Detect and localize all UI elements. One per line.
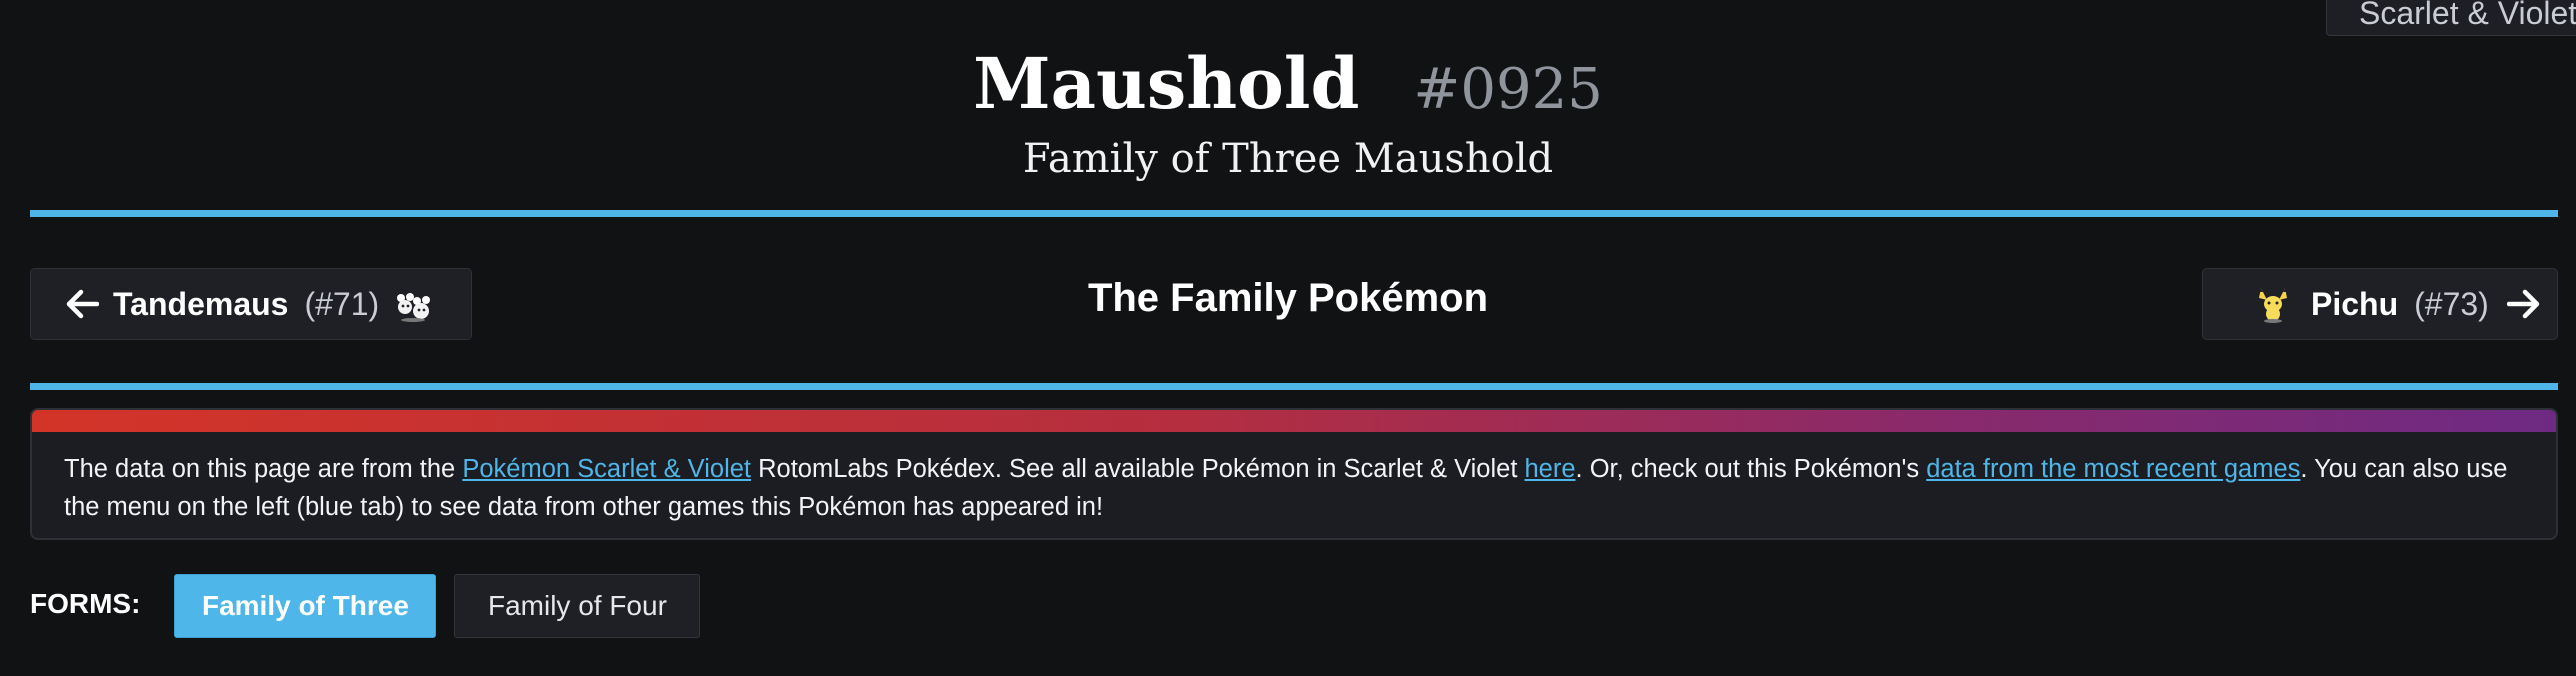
next-pokemon-name: Pichu bbox=[2311, 285, 2399, 322]
recent-games-data-link[interactable]: data from the most recent games bbox=[1926, 455, 2300, 483]
data-source-notice: The data on this page are from the Pokém… bbox=[30, 408, 2558, 540]
game-color-bar bbox=[32, 410, 2556, 432]
game-version-tab[interactable]: Scarlet & Violet bbox=[2326, 0, 2576, 36]
pokemon-name: Maushold bbox=[973, 42, 1360, 125]
form-family-of-three-button[interactable]: Family of Three bbox=[174, 574, 437, 638]
scarlet-violet-pokedex-link[interactable]: Pokémon Scarlet & Violet bbox=[462, 455, 751, 483]
navigation-divider bbox=[30, 383, 2558, 390]
game-version-label: Scarlet & Violet bbox=[2359, 0, 2576, 31]
notice-text-part: RotomLabs Pokédex. See all available Pok… bbox=[751, 455, 1525, 483]
arrow-right-icon bbox=[2506, 289, 2540, 319]
next-pokemon-button[interactable]: Pichu (#73) bbox=[2202, 268, 2558, 340]
forms-selector: FORMS: Family of Three Family of Four bbox=[30, 574, 718, 638]
pichu-sprite-icon bbox=[2259, 288, 2287, 323]
forms-label: FORMS: bbox=[30, 588, 141, 619]
all-pokemon-here-link[interactable]: here bbox=[1524, 455, 1575, 483]
notice-text-part: . Or, check out this Pokémon's bbox=[1575, 455, 1927, 483]
notice-text-part: The data on this page are from the bbox=[64, 455, 463, 483]
notice-text: The data on this page are from the Pokém… bbox=[32, 432, 2556, 526]
form-family-of-four-button[interactable]: Family of Four bbox=[454, 574, 701, 638]
species-title: The Family Pokémon bbox=[1087, 276, 1489, 320]
pokedex-number: #0925 bbox=[1413, 57, 1603, 122]
page: Scarlet & Violet Maushold #0925 Family o… bbox=[0, 0, 2576, 676]
next-pokemon-number: (#73) bbox=[2414, 285, 2489, 322]
page-title: Maushold #0925 bbox=[0, 42, 2576, 125]
form-subtitle: Family of Three Maushold bbox=[1022, 136, 1554, 182]
header-divider bbox=[30, 210, 2558, 217]
